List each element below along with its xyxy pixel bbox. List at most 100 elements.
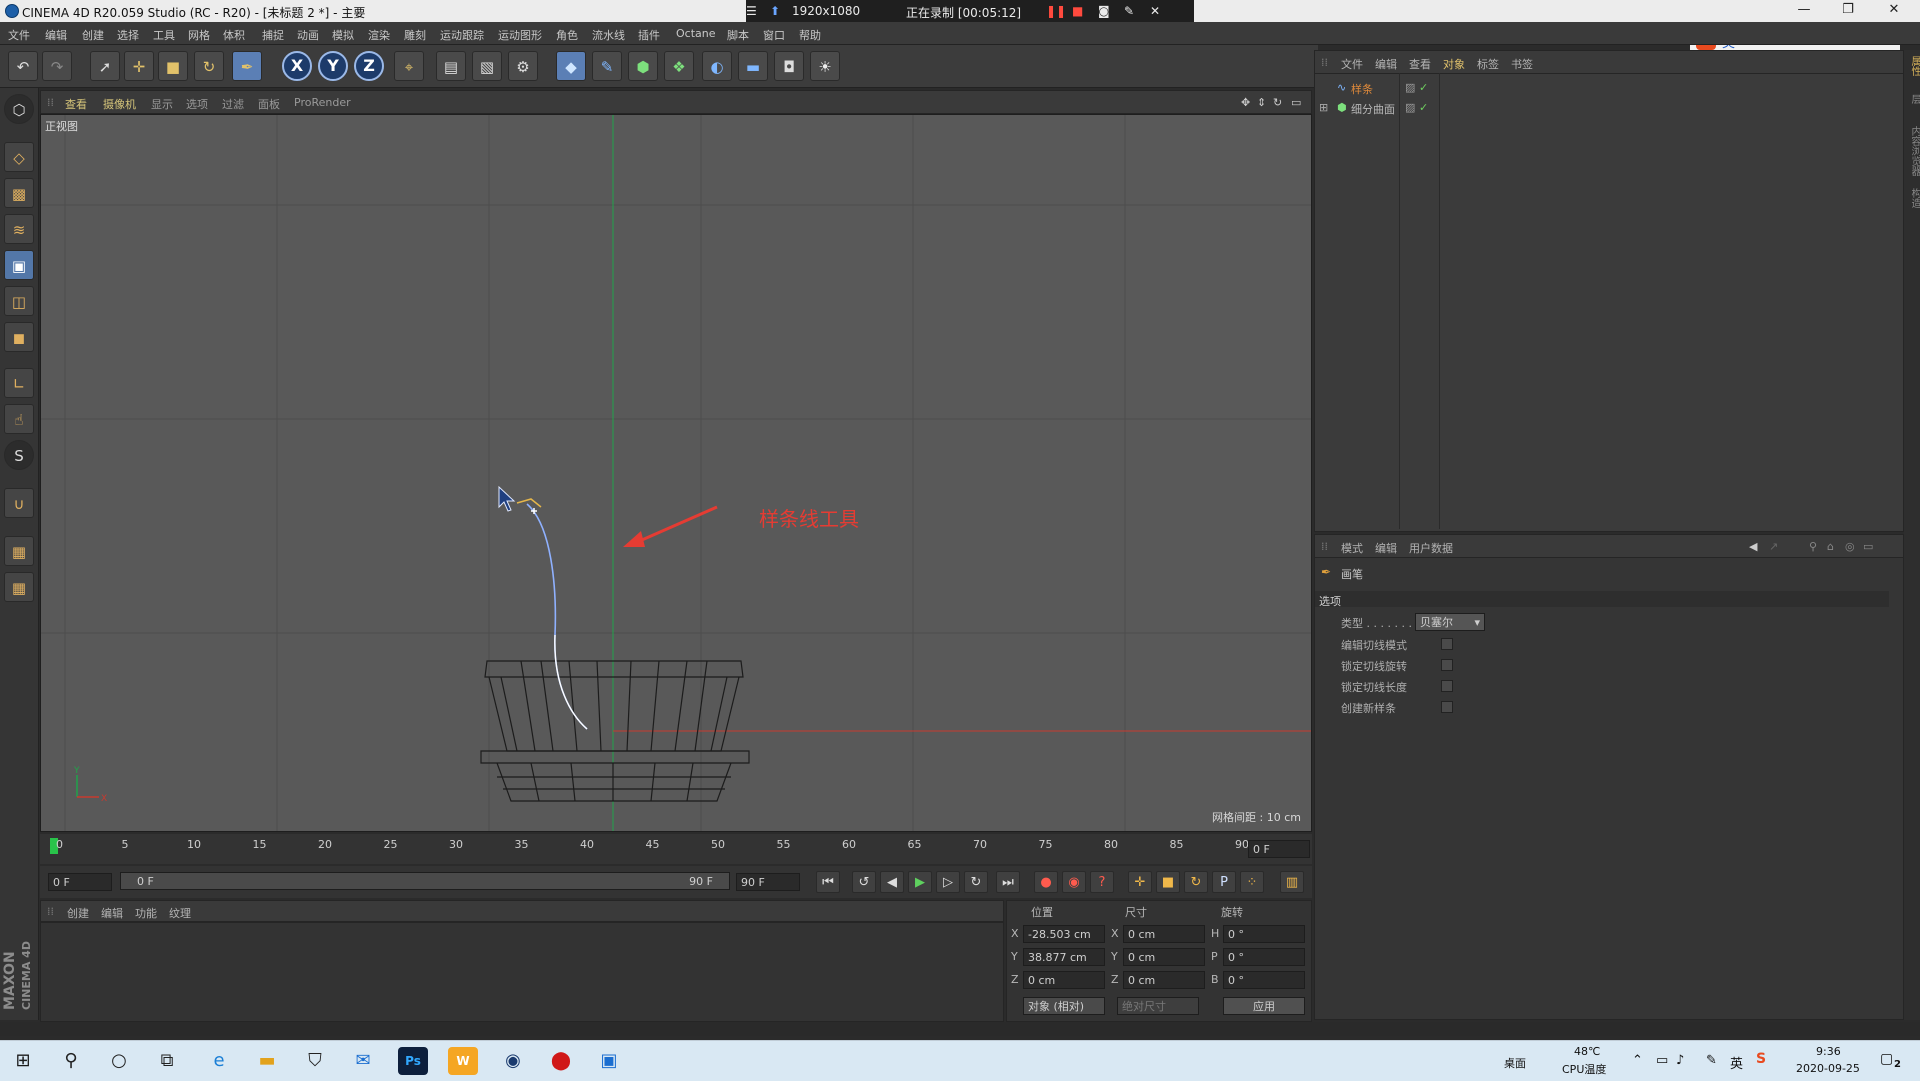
viewport-move-icon[interactable]: ✥ <box>1241 96 1250 109</box>
menu-motion-tracking[interactable]: 运动跟踪 <box>440 27 484 43</box>
tab-layers[interactable]: 层 <box>1907 94 1920 104</box>
key-rotation-icon[interactable]: ↻ <box>1184 871 1208 893</box>
menu-render[interactable]: 渲染 <box>368 27 390 43</box>
close-recorder-icon[interactable]: ✕ <box>1150 4 1160 18</box>
size-mode-dropdown[interactable]: 绝对尺寸 <box>1117 997 1199 1015</box>
points-mode-icon[interactable]: ▣ <box>4 250 34 280</box>
photoshop-icon[interactable]: Ps <box>398 1047 428 1075</box>
z-axis-lock-icon[interactable]: Z <box>354 51 384 81</box>
texture-mode-icon[interactable]: ▩ <box>4 178 34 208</box>
chevron-up-icon[interactable]: ⌃ <box>1632 1053 1643 1068</box>
cortana-icon[interactable]: ○ <box>104 1047 134 1075</box>
coordinate-system-icon[interactable]: ⌖ <box>394 51 424 81</box>
frame-range-slider[interactable]: 0 F 90 F <box>120 872 730 890</box>
redo-icon[interactable]: ↷ <box>42 51 72 81</box>
menu-mograph[interactable]: 运动图形 <box>498 27 542 43</box>
menu-icon[interactable]: ☰ <box>746 4 757 18</box>
objmenu-view[interactable]: 查看 <box>1409 56 1431 72</box>
viewport-menu-prorender[interactable]: ProRender <box>294 96 351 109</box>
rotate-icon[interactable]: ↻ <box>194 51 224 81</box>
volume-icon[interactable]: ♪ <box>1676 1053 1684 1068</box>
new-window-icon[interactable]: ▭ <box>1863 540 1873 553</box>
viewport-zoom-icon[interactable]: ⇕ <box>1257 96 1266 109</box>
rot-p-field[interactable]: 0 ° <box>1223 948 1305 966</box>
viewport-menu-camera[interactable]: 摄像机 <box>103 96 136 112</box>
objmenu-object[interactable]: 对象 <box>1443 56 1465 72</box>
file-explorer-icon[interactable]: ▬ <box>252 1047 282 1075</box>
current-frame-field[interactable]: 0 F <box>1248 840 1310 858</box>
menu-snap[interactable]: 捕捉 <box>262 27 284 43</box>
pos-x-field[interactable]: -28.503 cm <box>1023 925 1105 943</box>
menu-animate[interactable]: 动画 <box>297 27 319 43</box>
material-menu-texture[interactable]: 纹理 <box>169 905 191 921</box>
next-frame-icon[interactable]: ▷ <box>936 871 960 893</box>
stop-icon[interactable]: ■ <box>1072 4 1083 18</box>
recorder-taskbar-icon[interactable]: ⬤ <box>546 1047 576 1075</box>
spline-pen-icon[interactable]: ✎ <box>592 51 622 81</box>
viewport-toggle-icon[interactable]: ▭ <box>1291 96 1301 109</box>
key-parameter-icon[interactable]: P <box>1212 871 1236 893</box>
key-scale-icon[interactable]: ■ <box>1156 871 1180 893</box>
layer-icon[interactable]: ▨ <box>1405 101 1415 114</box>
task-view-icon[interactable]: ⧉ <box>152 1047 182 1075</box>
coordinate-mode-dropdown[interactable]: 对象 (相对) <box>1023 997 1105 1015</box>
size-y-field[interactable]: 0 cm <box>1123 948 1205 966</box>
camera-object-icon[interactable]: ◘ <box>774 51 804 81</box>
expand-icon[interactable]: ⊞ <box>1319 101 1328 114</box>
camera-icon[interactable]: ◙ <box>1098 4 1110 18</box>
prev-frame-icon[interactable]: ◀ <box>880 871 904 893</box>
visibility-check-icon[interactable]: ✓ <box>1419 81 1428 94</box>
move-icon[interactable]: ✛ <box>124 51 154 81</box>
render-view-icon[interactable]: ▤ <box>436 51 466 81</box>
locked-workplane-icon[interactable]: ▦ <box>4 536 34 566</box>
viewport-menu-filter[interactable]: 过滤 <box>222 96 244 112</box>
key-position-icon[interactable]: ✛ <box>1128 871 1152 893</box>
workplane-icon[interactable]: ≋ <box>4 214 34 244</box>
menu-simulate[interactable]: 模拟 <box>332 27 354 43</box>
lock-icon[interactable]: ⌂ <box>1827 540 1834 553</box>
solo-icon[interactable]: S <box>4 440 34 470</box>
polygons-mode-icon[interactable]: ◼ <box>4 322 34 352</box>
x-axis-lock-icon[interactable]: X <box>282 51 312 81</box>
auto-key-icon[interactable]: ◉ <box>1062 871 1086 893</box>
viewport-menu-display[interactable]: 显示 <box>151 96 173 112</box>
tab-content-browser[interactable]: 内容浏览器 <box>1907 126 1920 176</box>
menu-octane[interactable]: Octane <box>676 27 716 40</box>
objmenu-bookmarks[interactable]: 书签 <box>1511 56 1533 72</box>
array-icon[interactable]: ❖ <box>664 51 694 81</box>
desktop-label[interactable]: 桌面 <box>1504 1055 1526 1071</box>
search-icon[interactable]: ⚲ <box>56 1047 86 1075</box>
option-checkbox[interactable] <box>1441 680 1453 692</box>
object-name-spline[interactable]: 样条 <box>1351 81 1373 97</box>
menu-pipeline[interactable]: 流水线 <box>592 27 625 43</box>
menu-plugins[interactable]: 插件 <box>638 27 660 43</box>
undo-icon[interactable]: ↶ <box>8 51 38 81</box>
tab-structure[interactable]: 构造 <box>1907 188 1920 208</box>
options-section-tab[interactable]: 选项 <box>1315 591 1889 608</box>
back-arrow-icon[interactable]: ◀ <box>1749 540 1757 553</box>
record-key-icon[interactable]: ● <box>1034 871 1058 893</box>
forward-arrow-icon[interactable]: ↗ <box>1769 540 1778 553</box>
edges-mode-icon[interactable]: ◫ <box>4 286 34 316</box>
minimize-button[interactable]: — <box>1784 2 1824 20</box>
goto-start-icon[interactable]: ⏮ <box>816 871 840 893</box>
menu-edit[interactable]: 编辑 <box>45 27 67 43</box>
floor-icon[interactable]: ▬ <box>738 51 768 81</box>
menu-mesh[interactable]: 网格 <box>188 27 210 43</box>
make-editable-icon[interactable]: ⬡ <box>4 94 34 124</box>
type-dropdown[interactable]: 贝塞尔 ▾ <box>1415 613 1485 631</box>
layer-icon[interactable]: ▨ <box>1405 81 1415 94</box>
start-frame-field[interactable]: 0 F <box>48 873 112 891</box>
snap-magnet-icon[interactable]: ∪ <box>4 488 34 518</box>
deformer-icon[interactable]: ◐ <box>702 51 732 81</box>
menu-help[interactable]: 帮助 <box>799 27 821 43</box>
attrmenu-userdata[interactable]: 用户数据 <box>1409 540 1453 556</box>
menu-sculpt[interactable]: 雕刻 <box>404 27 426 43</box>
timeline-ruler[interactable]: 0 5 10 15 20 25 30 35 40 45 50 55 60 65 70 75 80 85 90 0 F <box>40 834 1312 864</box>
render-picture-viewer-icon[interactable]: ▧ <box>472 51 502 81</box>
size-x-field[interactable]: 0 cm <box>1123 925 1205 943</box>
subdivision-surface-icon[interactable]: ⬢ <box>628 51 658 81</box>
sogou-tray-icon[interactable]: S <box>1756 1051 1766 1067</box>
pen-ink-icon[interactable]: ✎ <box>1706 1053 1717 1068</box>
objmenu-edit[interactable]: 编辑 <box>1375 56 1397 72</box>
